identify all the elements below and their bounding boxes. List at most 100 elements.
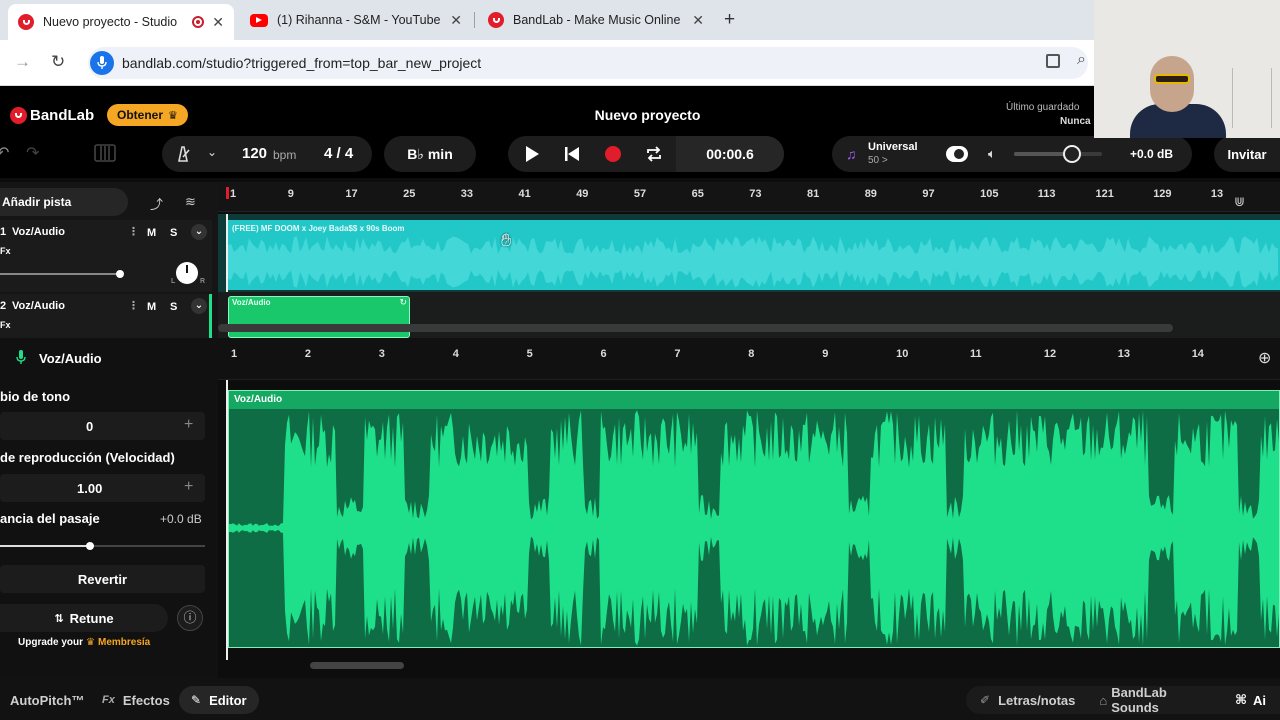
key-selector[interactable]: B♭ min bbox=[384, 136, 476, 172]
upgrade-promo[interactable]: Upgrade your ♛ Membresía bbox=[18, 637, 150, 648]
gain-knob[interactable] bbox=[86, 542, 95, 550]
more-icon[interactable]: ⋮ bbox=[128, 299, 139, 312]
magnet-icon[interactable]: ⋓ bbox=[1234, 194, 1245, 210]
time-display[interactable]: 00:00.6 bbox=[676, 136, 784, 172]
editor-audio-clip[interactable]: Voz/Audio bbox=[228, 390, 1280, 648]
webcam-overlay bbox=[1094, 0, 1280, 138]
membership-link[interactable]: Membresía bbox=[98, 637, 150, 648]
fx-button[interactable]: Fx bbox=[0, 320, 11, 330]
track-settings-icon[interactable]: ≋ bbox=[185, 194, 196, 210]
close-tab-icon[interactable]: ✕ bbox=[692, 12, 704, 29]
obtener-label: Obtener bbox=[117, 108, 164, 122]
speed-field[interactable]: 1.00 + bbox=[0, 474, 205, 502]
close-tab-icon[interactable]: ✕ bbox=[450, 12, 462, 29]
chevron-down-icon[interactable]: ⌄ bbox=[207, 145, 217, 159]
browser-tab-bandlab[interactable]: BandLab - Make Music Online ✕ bbox=[478, 0, 714, 40]
piano-icon[interactable] bbox=[94, 143, 116, 163]
ruler-bar-label: 57 bbox=[633, 188, 647, 200]
fx-button[interactable]: Fx bbox=[0, 246, 11, 256]
record-icon[interactable] bbox=[605, 146, 621, 162]
speaker-icon[interactable]: 🔈︎ bbox=[988, 146, 996, 162]
arrange-ruler[interactable]: 1 9 17 25 33 41 49 57 65 73 81 89 97 105 113 121 129 13 bbox=[218, 182, 1280, 212]
bandlab-logo[interactable]: BandLab bbox=[10, 107, 94, 124]
add-track-button[interactable]: Añadir pista bbox=[0, 188, 128, 216]
preset-sub[interactable]: 50 > bbox=[868, 155, 888, 166]
audio-clip-1[interactable]: (FREE) MF DOOM x Joey Bada$$ x 90s Boom bbox=[228, 220, 1280, 290]
link-icon[interactable]: ⤴ bbox=[150, 194, 163, 213]
pan-knob[interactable] bbox=[176, 262, 198, 284]
play-icon[interactable] bbox=[526, 146, 539, 162]
reload-icon[interactable]: ↻ bbox=[51, 52, 65, 72]
track-name[interactable]: Voz/Audio bbox=[12, 226, 65, 238]
retune-button[interactable]: ⇅ Retune bbox=[0, 604, 168, 632]
upgrade-text: Upgrade your bbox=[18, 637, 84, 648]
master-volume-slider[interactable] bbox=[1014, 145, 1102, 163]
metronome-icon[interactable] bbox=[174, 145, 192, 168]
forward-icon[interactable]: → bbox=[14, 52, 31, 72]
time-signature[interactable]: 4 / 4 bbox=[324, 145, 353, 162]
url-field[interactable]: bandlab.com/studio?triggered_from=top_ba… bbox=[88, 47, 1088, 79]
undo-icon[interactable]: ↶ bbox=[0, 143, 9, 163]
track-name[interactable]: Voz/Audio bbox=[12, 300, 65, 312]
pitch-field[interactable]: 0 + bbox=[0, 412, 205, 440]
mute-button[interactable]: M bbox=[147, 227, 156, 239]
fx-icon: Fx bbox=[102, 694, 115, 706]
microphone-icon[interactable] bbox=[90, 51, 114, 75]
tab-autopitch[interactable]: AutoPitch™ bbox=[10, 686, 84, 714]
solo-button[interactable]: S bbox=[170, 301, 177, 313]
more-icon[interactable]: ⋮ bbox=[128, 225, 139, 238]
editor-horizontal-scrollbar[interactable] bbox=[310, 662, 404, 669]
zoom-icon[interactable]: ⌕ bbox=[1077, 51, 1086, 69]
project-title[interactable]: Nuevo proyecto bbox=[560, 107, 735, 123]
track-header-2[interactable]: 2 Voz/Audio Fx ⋮ M S ⌄ bbox=[0, 294, 212, 338]
mute-button[interactable]: M bbox=[147, 301, 156, 313]
gain-slider[interactable] bbox=[0, 542, 205, 550]
tab-lyrics[interactable]: Letras/notas bbox=[998, 693, 1075, 708]
ruler-beat-label: 1 bbox=[231, 348, 238, 360]
editor-waveform bbox=[229, 410, 1279, 646]
revert-button[interactable]: Revertir bbox=[0, 565, 205, 593]
retune-label: Retune bbox=[69, 610, 114, 626]
invite-button[interactable]: Invitar bbox=[1214, 136, 1280, 172]
redo-icon[interactable]: ↷ bbox=[26, 143, 39, 163]
chevron-down-icon[interactable]: ⌄ bbox=[191, 224, 207, 240]
arrange-horizontal-scrollbar[interactable] bbox=[218, 324, 1173, 332]
solo-button[interactable]: S bbox=[170, 227, 177, 239]
tab-effects[interactable]: Fx Efectos bbox=[102, 686, 170, 714]
skip-back-icon[interactable] bbox=[564, 146, 580, 162]
preset-name[interactable]: Universal bbox=[868, 141, 918, 153]
clip-title: (FREE) MF DOOM x Joey Bada$$ x 90s Boom bbox=[232, 224, 405, 233]
tab-ai[interactable]: Ai bbox=[1253, 693, 1266, 708]
reading-list-icon[interactable] bbox=[1046, 54, 1060, 68]
plus-icon[interactable]: + bbox=[184, 416, 193, 434]
track-number: 1 bbox=[0, 226, 7, 238]
address-bar: → ↻ bandlab.com/studio?triggered_from=to… bbox=[0, 40, 1280, 86]
browser-tab-youtube[interactable]: (1) Rihanna - S&M - YouTube ✕ bbox=[240, 0, 472, 40]
autopitch-label: AutoPitch™ bbox=[10, 692, 85, 708]
tempo-value[interactable]: 120 bbox=[242, 145, 267, 162]
track-volume-slider[interactable] bbox=[0, 270, 124, 278]
zoom-in-icon[interactable]: ⊕ bbox=[1258, 348, 1271, 368]
volume-knob[interactable] bbox=[1063, 145, 1082, 163]
track-header-1[interactable]: 1 Voz/Audio Fx ⋮ M S ⌄ L R bbox=[0, 220, 212, 292]
browser-tab-studio[interactable]: Nuevo proyecto - Studio ✕ bbox=[8, 4, 234, 40]
plus-icon[interactable]: + bbox=[184, 478, 193, 496]
bandlab-icon bbox=[10, 107, 27, 124]
editor-ruler[interactable]: 1 2 3 4 5 6 7 8 9 10 11 12 13 14 bbox=[218, 338, 1280, 380]
loop-handle-icon[interactable]: ↻ bbox=[399, 297, 407, 308]
new-tab-button[interactable]: + bbox=[724, 9, 735, 31]
speed-value[interactable]: 1.00 bbox=[77, 481, 102, 496]
playhead-marker[interactable] bbox=[226, 187, 229, 199]
ruler-bar-label: 129 bbox=[1153, 188, 1172, 200]
master-toggle[interactable] bbox=[946, 146, 968, 162]
loop-icon[interactable] bbox=[645, 145, 663, 163]
ruler-beat-label: 5 bbox=[526, 348, 533, 360]
tab-editor[interactable]: ✎ Editor bbox=[179, 686, 259, 714]
info-icon[interactable]: ⓘ bbox=[177, 605, 203, 631]
chevron-down-icon[interactable]: ⌄ bbox=[191, 298, 207, 314]
tab-sounds[interactable]: BandLab Sounds bbox=[1111, 685, 1205, 715]
ruler-bar-label: 113 bbox=[1037, 188, 1056, 200]
obtener-button[interactable]: Obtener ♛ bbox=[107, 104, 188, 126]
close-tab-icon[interactable]: ✕ bbox=[212, 14, 224, 31]
pitch-value[interactable]: 0 bbox=[86, 419, 93, 434]
